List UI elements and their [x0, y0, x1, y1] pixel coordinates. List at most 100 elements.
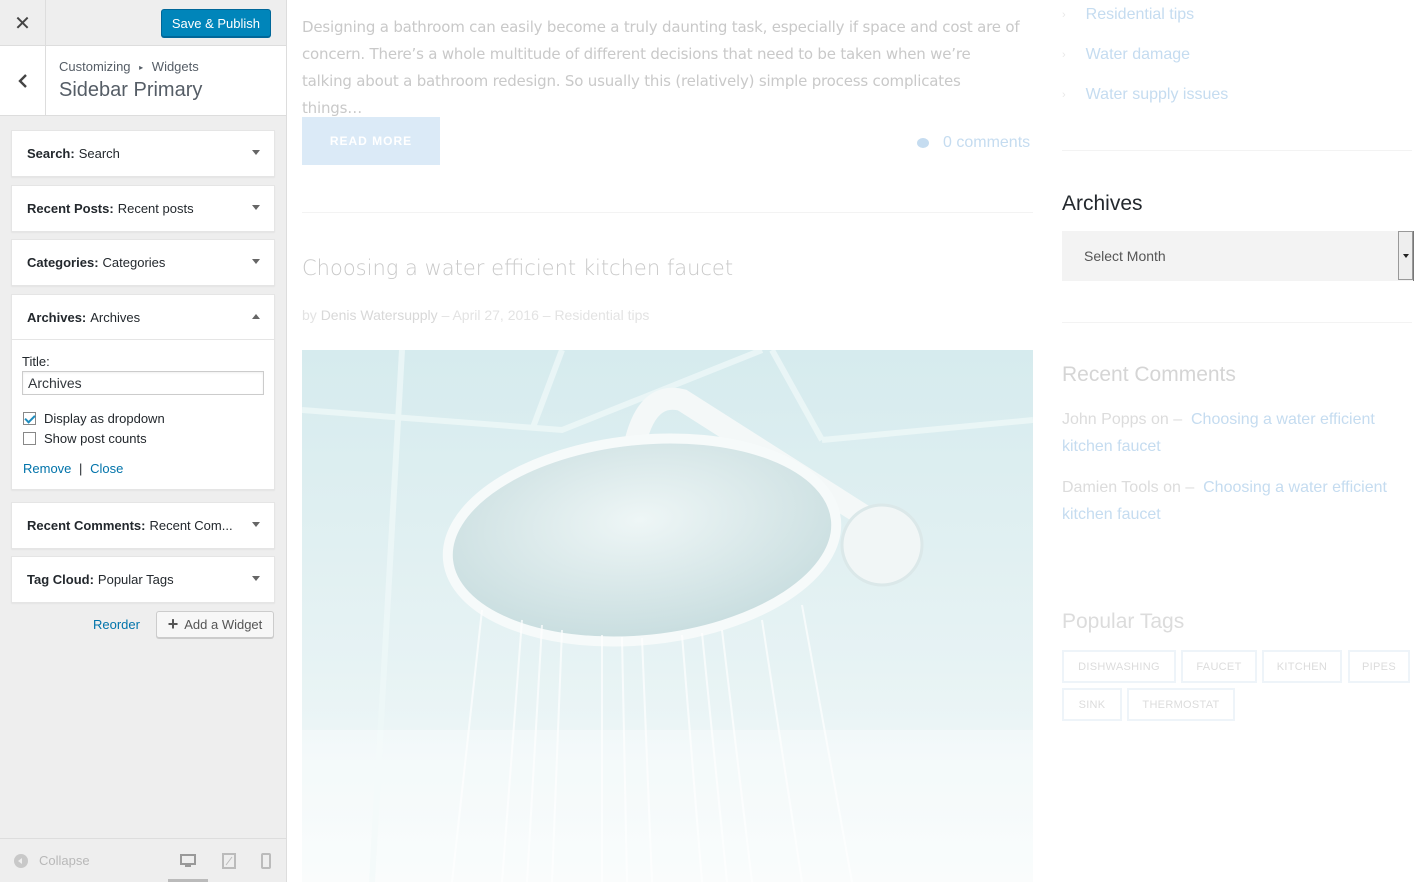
widget-type: Recent Posts: [27, 201, 114, 216]
close-icon: ✕ [14, 12, 31, 35]
expand-arrow-icon[interactable] [252, 205, 260, 210]
widget-header[interactable]: Archives: Archives [12, 295, 274, 340]
post-excerpt: Designing a bathroom can easily become a… [302, 18, 1020, 117]
popular-tags-heading: Popular Tags [1062, 610, 1185, 633]
shower-head-image [302, 350, 1033, 882]
category-label: Water supply issues [1085, 86, 1229, 103]
widget-header[interactable]: Tag Cloud: Popular Tags [12, 557, 274, 602]
panel-footer: Collapse [0, 838, 286, 882]
show-counts-label: Show post counts [44, 431, 147, 446]
comments-count: 0 comments [943, 134, 1031, 151]
widget-recent-posts[interactable]: Recent Posts: Recent posts [11, 185, 275, 232]
recent-comment: Damien Tools on – Choosing a water effic… [1062, 474, 1412, 528]
widget-type: Tag Cloud: [27, 572, 94, 587]
comment-author: Damien Tools [1062, 479, 1159, 496]
archives-heading: Archives [1062, 192, 1143, 215]
widget-categories[interactable]: Categories: Categories [11, 239, 275, 286]
expand-arrow-icon[interactable] [252, 522, 260, 527]
show-counts-checkbox[interactable] [23, 432, 36, 445]
category-item[interactable]: › Residential tips [1062, 6, 1194, 24]
meta-date: – April 27, 2016 – [441, 307, 551, 323]
comment-on: on – [1150, 411, 1183, 428]
widget-recent-comments[interactable]: Recent Comments: Recent Com... [11, 502, 275, 549]
comment-bubble-icon [917, 138, 929, 148]
collapse-arrow-icon[interactable] [252, 314, 260, 319]
breadcrumb: Customizing ▸ Widgets [59, 59, 199, 74]
widget-title: Categories [102, 255, 166, 270]
display-dropdown-row[interactable]: Display as dropdown [23, 411, 165, 426]
save-publish-button[interactable]: Save & Publish [160, 9, 271, 37]
category-label: Water damage [1085, 46, 1191, 63]
post-featured-image [302, 350, 1033, 882]
display-dropdown-checkbox[interactable] [23, 412, 36, 425]
widget-tag-cloud[interactable]: Tag Cloud: Popular Tags [11, 556, 275, 603]
tablet-preview-icon[interactable] [222, 853, 236, 869]
tag-link[interactable]: KITCHEN [1262, 650, 1342, 683]
category-item[interactable]: › Water damage [1062, 46, 1190, 64]
expand-arrow-icon[interactable] [252, 259, 260, 264]
widget-search[interactable]: Search: Search [11, 130, 275, 177]
widget-title: Recent posts [117, 201, 194, 216]
tag-link[interactable]: PIPES [1348, 650, 1410, 683]
chevron-right-icon: › [1062, 49, 1066, 61]
chevron-right-icon: › [1062, 9, 1066, 21]
meta-by: by [302, 307, 317, 323]
remove-link[interactable]: Remove [23, 461, 71, 476]
widget-archives: Archives: Archives Title: Display as dro… [11, 294, 275, 490]
collapse-icon [14, 853, 28, 868]
section-title-bar: Customizing ▸ Widgets Sidebar Primary [0, 46, 286, 116]
breadcrumb-item: Widgets [151, 59, 199, 74]
link-separator: | [79, 461, 83, 476]
reorder-link[interactable]: Reorder [93, 617, 140, 632]
plus-icon: + [167, 614, 179, 634]
category-item[interactable]: › Water supply issues [1062, 86, 1228, 104]
meta-category[interactable]: Residential tips [554, 307, 649, 323]
read-more-button[interactable]: READ MORE [302, 117, 440, 165]
widget-title: Popular Tags [97, 572, 174, 587]
widget-type: Recent Comments: [27, 518, 146, 533]
back-button[interactable] [0, 46, 46, 115]
add-widget-label: Add a Widget [184, 617, 263, 632]
widget-title: Search [78, 146, 120, 161]
show-counts-row[interactable]: Show post counts [23, 431, 147, 446]
tag-link[interactable]: THERMOSTAT [1127, 688, 1235, 721]
divider [302, 212, 1033, 213]
expand-arrow-icon[interactable] [252, 150, 260, 155]
comment-on: on – [1163, 479, 1195, 496]
divider [1062, 150, 1412, 151]
collapse-label: Collapse [39, 853, 90, 868]
desktop-preview-icon[interactable] [180, 853, 196, 869]
breadcrumb-item: Customizing [59, 59, 131, 74]
widget-title: Recent Com... [149, 518, 233, 533]
comment-author: John Popps [1062, 411, 1147, 428]
widget-header[interactable]: Categories: Categories [12, 240, 274, 285]
tag-link[interactable]: SINK [1062, 688, 1122, 721]
widget-header[interactable]: Search: Search [12, 131, 274, 176]
post-meta: by Denis Watersupply – April 27, 2016 – … [302, 307, 649, 323]
divider [1062, 322, 1412, 323]
recent-comments-heading: Recent Comments [1062, 363, 1236, 386]
dropdown-arrow-icon[interactable] [1398, 231, 1413, 280]
add-widget-button[interactable]: + Add a Widget [156, 611, 274, 638]
archives-month-select[interactable]: Select Month [1062, 231, 1414, 281]
collapse-button[interactable]: Collapse [14, 853, 90, 868]
mobile-preview-icon[interactable] [261, 853, 271, 869]
site-preview: Designing a bathroom can easily become a… [287, 0, 1427, 882]
title-input[interactable] [22, 371, 264, 395]
display-dropdown-label: Display as dropdown [44, 411, 165, 426]
tag-link[interactable]: FAUCET [1181, 650, 1257, 683]
category-label: Residential tips [1085, 6, 1195, 23]
widget-header[interactable]: Recent Posts: Recent posts [12, 186, 274, 231]
section-title: Sidebar Primary [59, 79, 203, 101]
select-value: Select Month [1084, 248, 1166, 264]
widget-type: Archives: [27, 309, 87, 325]
meta-author[interactable]: Denis Watersupply [321, 307, 438, 323]
post-title[interactable]: Choosing a water efficient kitchen fauce… [302, 256, 733, 280]
widget-header[interactable]: Recent Comments: Recent Com... [12, 503, 274, 548]
widget-actions: Remove | Close [23, 461, 123, 476]
close-customizer-button[interactable]: ✕ [0, 0, 46, 46]
tag-link[interactable]: DISHWASHING [1062, 650, 1176, 683]
expand-arrow-icon[interactable] [252, 576, 260, 581]
close-link[interactable]: Close [90, 461, 123, 476]
comments-link[interactable]: 0 comments [917, 134, 1030, 152]
